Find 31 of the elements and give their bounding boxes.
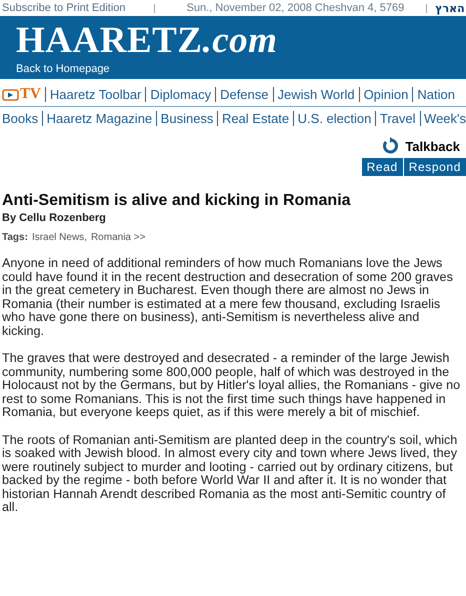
nav-link[interactable]: U.S. election xyxy=(298,111,372,126)
date-text: Sun., November 02, 2008 Cheshvan 4, 5769 xyxy=(186,2,404,14)
nav-link[interactable]: Haaretz Magazine xyxy=(46,111,152,126)
nav-link[interactable]: Haaretz Toolbar xyxy=(50,87,142,102)
nav-link[interactable]: Nation xyxy=(417,87,455,102)
nav-link[interactable]: Travel xyxy=(380,111,416,126)
tag-link[interactable]: Israel News, xyxy=(32,232,87,243)
tag-link[interactable]: Romania >> xyxy=(90,232,146,243)
byline: By Cellu Rozenberg xyxy=(2,212,107,224)
homepage-link[interactable]: Back to Homepage xyxy=(16,63,110,75)
site-logo[interactable]: HAARETZ.com xyxy=(16,24,466,58)
talkback-button[interactable]: Respond xyxy=(402,158,466,176)
subscribe-link[interactable]: Subscribe to Print Edition xyxy=(2,2,126,14)
article-paragraph: The graves that were destroyed and desecrated - a reminder of the large Jewish community, numbering some 800,000 people, half of which was destroyed in the Holocaust not by the Germans, but by Hitler's loyal allies, the Romanians - give no rest to some Romanians. This is not the first time such things have happened in Romania, but everyone keeps quiet, as if this were merely a bit of mischief. xyxy=(2,352,462,420)
talkback-button[interactable]: Read xyxy=(360,158,403,176)
nav-link[interactable]: Opinion xyxy=(364,87,408,102)
nav-link[interactable]: Week's xyxy=(424,111,466,126)
nav-link[interactable]: Diplomacy xyxy=(150,87,212,102)
nav-link[interactable]: Defense xyxy=(220,87,268,102)
nav-link[interactable]: Jewish World xyxy=(278,87,355,102)
article-paragraph: The roots of Romanian anti-Semitism are planted deep in the country's soil, which is soaked with Jewish blood. In almost every city and town where Jews lived, they were routinely subject to murder and looting - carried out by ordinary citizens, but backed by the regime - both before World War II and after it. It is no wonder that historian Hannah Arendt described Romania as the most anti-Semitic country of all. xyxy=(2,434,458,514)
nav-link[interactable]: Real Estate xyxy=(222,111,290,126)
nav-link[interactable]: Books xyxy=(2,111,38,126)
refresh-arrow-icon xyxy=(382,137,400,155)
article-paragraph: Anyone in need of additional reminders of how much Romanians love the Jews could have found it in the recent destruction and desecration of some 200 graves in the great cemetery in Bucharest. Even though there are almost no Jews in Romania (their number is estimated at a mere few thousand, excluding Israelis who have gone there on business), anti-Semitism is nevertheless alive and kicking. xyxy=(2,257,454,338)
tv-screen-icon xyxy=(2,88,19,100)
headline: Anti-Semitism is alive and kicking in Romania xyxy=(2,192,352,210)
tags-label: Tags: xyxy=(2,232,28,243)
talkback-title: Talkback xyxy=(405,138,460,154)
nav-link[interactable]: Business xyxy=(160,111,214,126)
hebrew-logo[interactable]: הארץ xyxy=(435,2,465,14)
